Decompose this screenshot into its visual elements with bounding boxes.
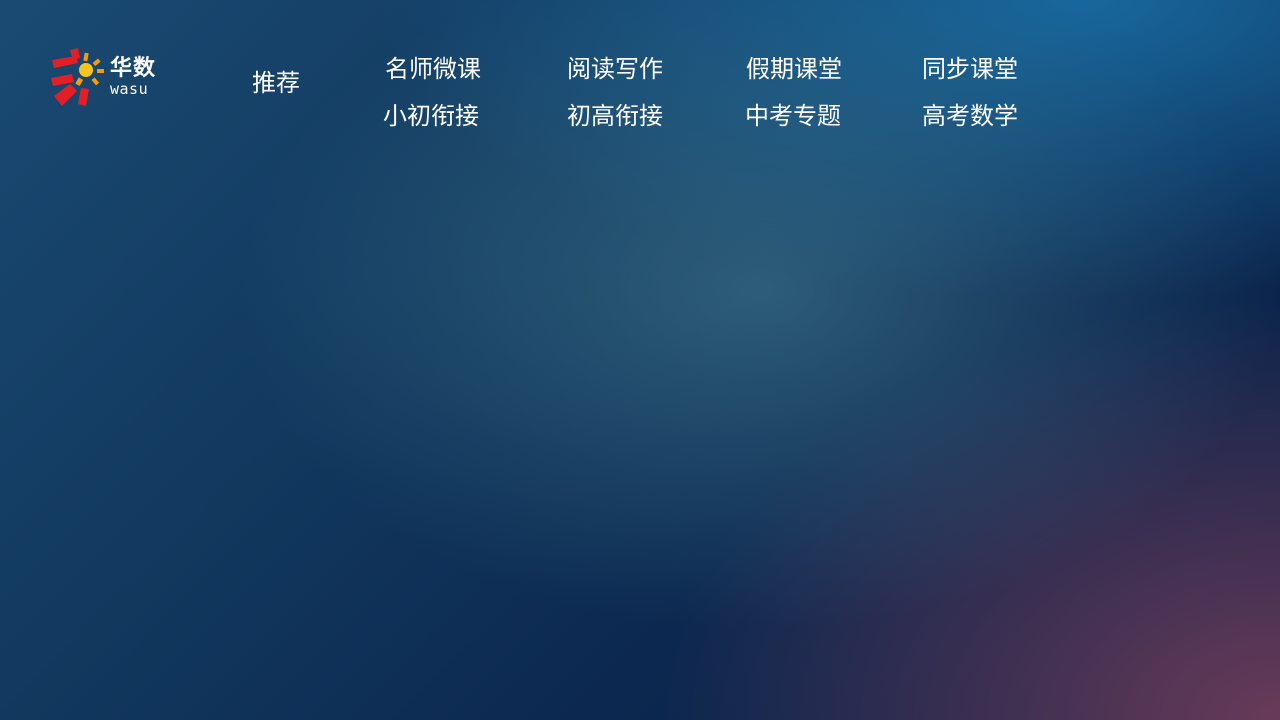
nav-item-sync-class[interactable]: 同步课堂 — [922, 54, 1018, 84]
logo-text-cn: 华数 — [110, 56, 157, 81]
nav-item-zhongkao-topics[interactable]: 中考专题 — [745, 101, 841, 131]
wasu-sun-logo-icon — [51, 48, 104, 106]
nav-item-holiday-class[interactable]: 假期课堂 — [746, 54, 842, 84]
nav-item-junior-to-senior[interactable]: 初高衔接 — [567, 101, 663, 131]
nav-item-recommend[interactable]: 推荐 — [252, 68, 300, 98]
nav-item-famous-teacher-microlessons[interactable]: 名师微课 — [385, 54, 481, 84]
logo-text-en: wasu — [110, 80, 149, 98]
nav-item-primary-to-junior[interactable]: 小初衔接 — [383, 101, 479, 131]
wasu-logo: 华数 wasu — [48, 48, 160, 110]
nav-item-gaokao-math[interactable]: 高考数学 — [922, 101, 1018, 131]
nav-item-reading-writing[interactable]: 阅读写作 — [567, 54, 663, 84]
